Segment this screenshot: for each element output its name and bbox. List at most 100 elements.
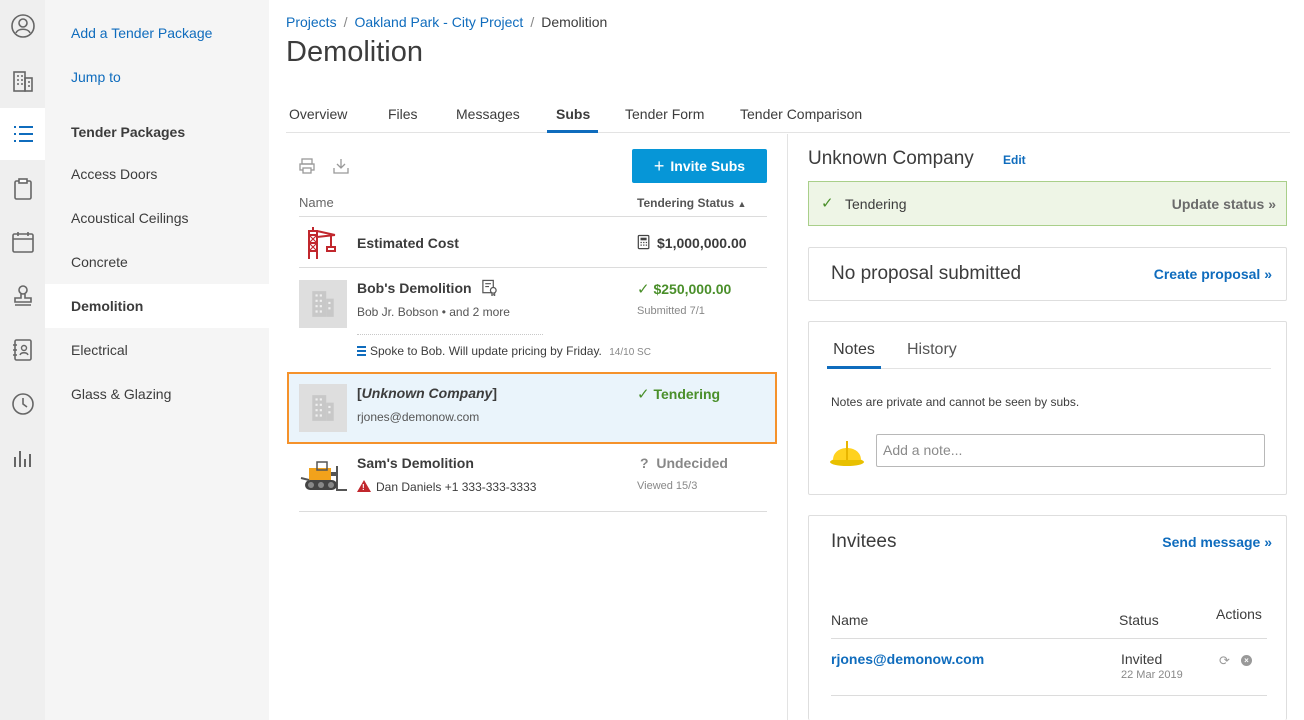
submitted-date: Submitted 7/1 [637, 305, 705, 317]
send-message-link[interactable]: Send message » [1162, 534, 1272, 550]
check-icon: ✓ [821, 195, 834, 212]
create-proposal-link[interactable]: Create proposal » [1154, 266, 1272, 282]
sidebar-item-acoustical-ceilings[interactable]: Acoustical Ceilings [45, 196, 269, 240]
contact-text: Dan Daniels +1 333-333-3333 [376, 480, 537, 494]
note-icon [357, 346, 366, 356]
company-name[interactable]: Bob's Demolition [357, 280, 472, 296]
tender-packages-heading: Tender Packages [71, 124, 186, 140]
breadcrumb-project[interactable]: Oakland Park - City Project [354, 14, 523, 30]
selected-sub-row[interactable] [287, 372, 777, 444]
update-status-link[interactable]: Update status » [1172, 196, 1276, 212]
note-preview: Spoke to Bob. Will update pricing by Fri… [357, 344, 651, 358]
invitees-title: Invitees [831, 531, 897, 552]
divider [831, 695, 1267, 696]
bid-status: ✓ $250,000.00 [637, 280, 731, 298]
divider [299, 511, 767, 512]
add-tender-package-link[interactable]: Add a Tender Package [71, 25, 212, 41]
bid-amount: $250,000.00 [653, 281, 732, 297]
calendar-icon[interactable] [0, 216, 45, 268]
viewed-date: Viewed 15/3 [637, 480, 698, 492]
bulldozer-icon [299, 460, 349, 494]
estimated-cost-label: Estimated Cost [357, 235, 459, 251]
company-title: Unknown Company [808, 148, 974, 169]
building-icon [312, 291, 334, 317]
page-title: Demolition [286, 36, 423, 68]
sidebar-item-glass-glazing[interactable]: Glass & Glazing [45, 372, 269, 416]
divider [299, 267, 767, 268]
sidebar-item-access-doors[interactable]: Access Doors [45, 152, 269, 196]
breadcrumb-separator: / [343, 14, 348, 30]
invitee-column-name: Name [831, 612, 869, 628]
invitees-card: Invitees Send message » Name Status Acti… [808, 515, 1287, 720]
invitee-column-actions: Actions [1216, 606, 1262, 622]
invitee-status: Invited [1121, 651, 1163, 667]
chart-icon[interactable] [0, 432, 45, 484]
notes-tab-bar [827, 340, 1271, 369]
building-icon[interactable] [0, 55, 45, 107]
status-banner: ✓ Tendering Update status » [808, 181, 1287, 226]
company-name[interactable]: [Unknown Company] [357, 385, 497, 401]
building-icon [312, 395, 334, 421]
column-header-status-label: Tendering Status [637, 196, 735, 210]
crane-icon [305, 225, 337, 261]
breadcrumb-projects[interactable]: Projects [286, 14, 337, 30]
jump-to-link[interactable]: Jump to [71, 69, 121, 85]
certificate-icon [481, 279, 499, 297]
company-contact: rjones@demonow.com [357, 410, 480, 424]
tab-messages[interactable]: Messages [456, 106, 520, 133]
tender-status: ? Undecided [640, 455, 728, 471]
breadcrumb-separator: / [530, 14, 535, 30]
address-book-icon[interactable] [0, 324, 45, 376]
panel-divider [787, 134, 788, 720]
tab-history[interactable]: History [907, 341, 957, 359]
user-icon[interactable] [0, 0, 45, 52]
check-icon: ✓ [637, 281, 650, 298]
divider [831, 638, 1267, 639]
tab-tender-comparison[interactable]: Tender Comparison [740, 106, 862, 133]
tender-status-label: Tendering [653, 386, 721, 402]
download-icon[interactable] [332, 157, 350, 175]
invitee-email[interactable]: rjones@demonow.com [831, 651, 984, 667]
list-icon[interactable] [0, 108, 45, 160]
company-contact: Bob Jr. Bobson • and 2 more [357, 305, 510, 319]
company-logo-placeholder [299, 280, 347, 328]
sidebar-item-electrical[interactable]: Electrical [45, 328, 269, 372]
divider [357, 334, 543, 335]
column-header-status[interactable]: Tendering Status ▲ [637, 196, 746, 210]
clipboard-icon[interactable] [0, 163, 45, 215]
tab-notes[interactable]: Notes [827, 341, 881, 369]
add-note-input[interactable]: Add a note... [876, 434, 1265, 467]
invitee-date: 22 Mar 2019 [1121, 669, 1183, 681]
sidebar-item-demolition[interactable]: Demolition [45, 284, 269, 328]
icon-rail [0, 0, 45, 720]
tender-status-label: Undecided [656, 455, 728, 471]
name-bracket: ] [492, 385, 498, 401]
tab-bar: Overview Files Messages Subs Tender Form… [286, 100, 1290, 133]
tender-package-sidebar: Add a Tender Package Jump to Tender Pack… [45, 0, 269, 720]
print-icon[interactable] [298, 157, 316, 175]
estimated-cost-value: $1,000,000.00 [657, 235, 747, 251]
divider [299, 216, 767, 217]
note-text: Spoke to Bob. Will update pricing by Fri… [370, 344, 602, 358]
breadcrumb-current: Demolition [541, 14, 608, 30]
sort-up-icon: ▲ [737, 199, 747, 209]
edit-company-link[interactable]: Edit [1003, 153, 1026, 167]
tab-overview[interactable]: Overview [289, 106, 347, 133]
clock-icon[interactable] [0, 378, 45, 430]
sidebar-item-concrete[interactable]: Concrete [45, 240, 269, 284]
question-icon: ? [640, 455, 649, 471]
tab-tender-form[interactable]: Tender Form [625, 106, 704, 133]
column-header-name[interactable]: Name [299, 195, 334, 210]
proposal-card: No proposal submitted Create proposal » [808, 247, 1287, 301]
tab-files[interactable]: Files [388, 106, 418, 133]
invite-subs-button[interactable]: + Invite Subs [632, 149, 767, 183]
notes-card: Notes History Notes are private and cann… [808, 321, 1287, 495]
resend-icon[interactable]: ⟳ [1219, 653, 1230, 669]
company-name[interactable]: Sam's Demolition [357, 455, 474, 471]
calculator-icon [637, 234, 653, 252]
stamp-icon[interactable] [0, 270, 45, 322]
plus-icon: + [653, 156, 665, 176]
company-contact: ! Dan Daniels +1 333-333-3333 [357, 480, 536, 494]
remove-icon[interactable]: × [1241, 655, 1252, 666]
tab-subs[interactable]: Subs [547, 106, 598, 133]
